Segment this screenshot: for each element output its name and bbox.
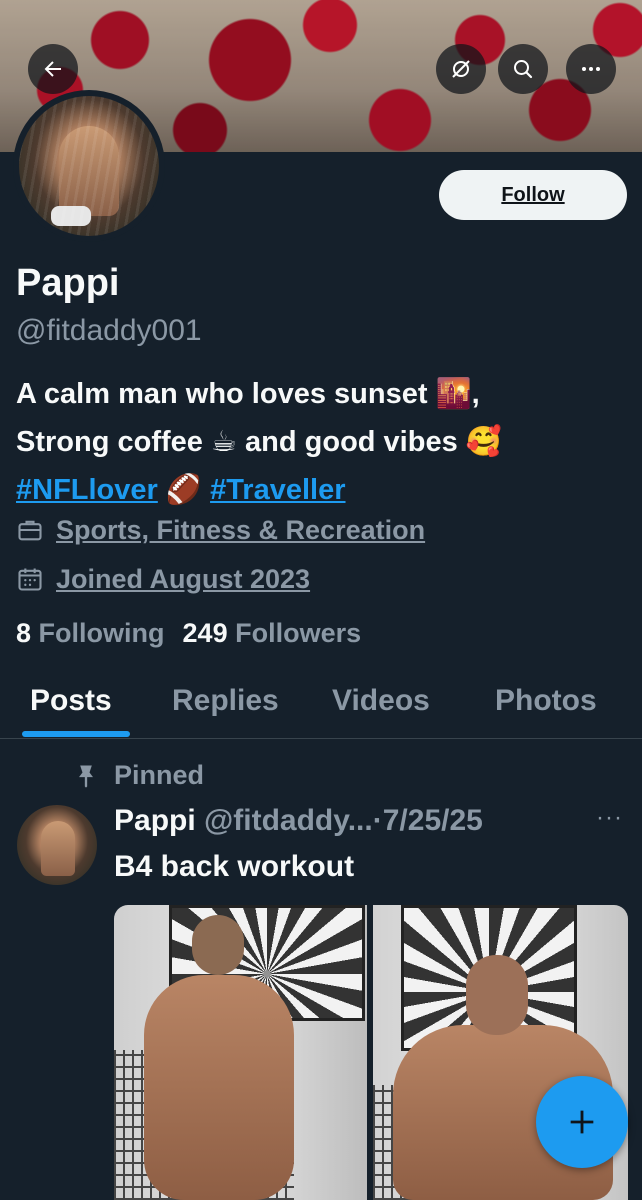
active-tab-indicator [22,731,130,737]
coffee-emoji: ☕ [210,426,237,458]
follow-button[interactable]: Follow [439,170,627,220]
bio-text-1: A calm man who loves sunset [16,378,436,410]
more-icon [582,67,600,71]
smiling-hearts-emoji: 🥰 [465,426,502,458]
hashtag-nfllover[interactable]: #NFLlover [16,474,158,506]
profile-handle: @fitdaddy001 [16,314,202,347]
post-text: B4 back workout [114,850,355,883]
grok-button[interactable] [436,44,486,94]
profile-bio: A calm man who loves sunset 🌇, Strong co… [16,370,631,514]
post-separator: · [372,804,383,837]
bio-text-2: Strong coffee [16,426,211,458]
profile-stats: 8 Following 249 Followers [16,618,361,649]
following-label: Following [38,618,165,648]
person-figure [144,975,294,1200]
following-link[interactable]: 8 Following [16,618,165,649]
compose-post-button[interactable] [536,1076,628,1168]
post-author-avatar[interactable] [17,805,97,885]
search-button[interactable] [498,44,548,94]
category-label: Sports, Fitness & Recreation [56,514,426,545]
person-head [466,955,528,1035]
back-button[interactable] [28,44,78,94]
profile-category[interactable]: Sports, Fitness & Recreation [16,513,425,547]
tab-photos[interactable]: Photos [495,684,597,718]
post-header: Pappi @fitdaddy...·7/25/25 [114,804,483,838]
sunset-emoji: 🌇 [435,378,472,410]
pinned-label: Pinned [114,760,205,790]
tab-replies[interactable]: Replies [172,684,279,718]
grok-icon [452,60,470,78]
tab-videos[interactable]: Videos [332,684,430,718]
following-count: 8 [16,618,32,648]
followers-count: 249 [182,618,228,648]
tab-posts[interactable]: Posts [30,684,112,718]
person-head [192,915,244,975]
profile-avatar[interactable] [13,90,165,242]
joined-label: Joined August 2023 [56,563,311,594]
profile-name: Pappi [16,262,120,304]
post-author-handle[interactable]: @fitdaddy... [204,804,373,837]
football-emoji: 🏈 [165,474,202,506]
plus-icon [570,1110,594,1134]
pin-icon [79,765,93,788]
post-date[interactable]: 7/25/25 [383,804,483,837]
post-photo-1[interactable] [114,905,367,1200]
followers-label: Followers [235,618,362,648]
calendar-icon [18,568,42,591]
bio-text-2-mid: and good vibes [236,426,466,458]
more-button[interactable] [566,44,616,94]
back-arrow-icon [44,61,61,77]
pinned-indicator: Pinned [72,760,204,791]
hashtag-traveller[interactable]: #Traveller [210,474,345,506]
profile-joined: Joined August 2023 [16,562,310,596]
profile-tabs: Posts Replies Videos Photos [0,672,642,739]
bio-text-1-end: , [471,378,480,410]
followers-link[interactable]: 249 Followers [183,618,362,649]
post-author-name[interactable]: Pappi [114,804,196,837]
briefcase-icon [18,520,42,541]
search-icon [514,60,533,79]
post-more-button[interactable]: ··· [596,804,623,832]
